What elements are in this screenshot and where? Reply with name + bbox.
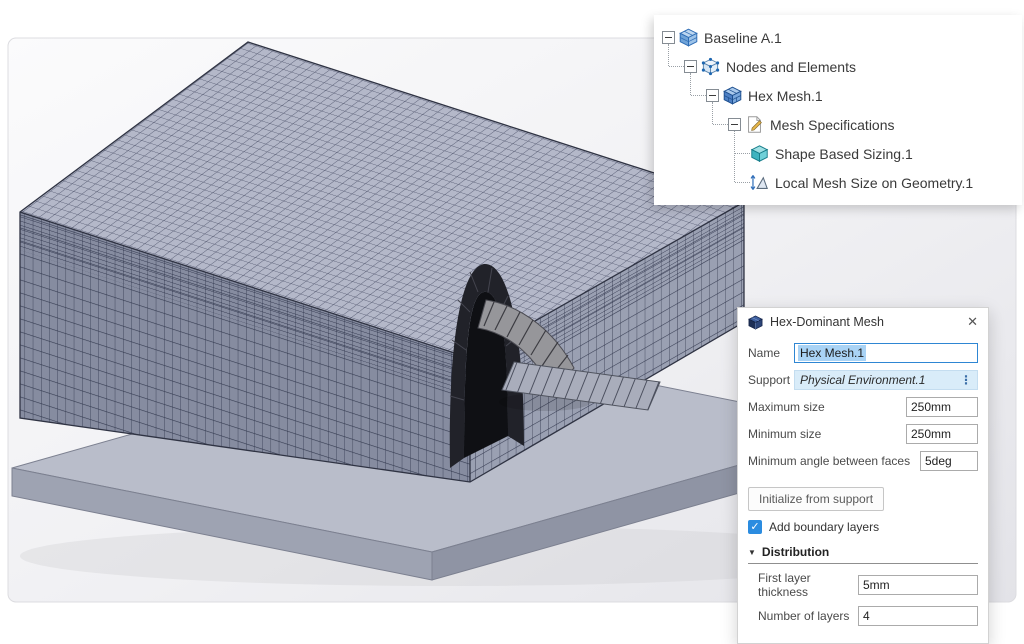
support-input[interactable]: Physical Environment.1 ⋮ (794, 370, 978, 390)
local-mesh-size-icon (750, 173, 769, 192)
close-icon[interactable]: ✕ (967, 314, 978, 330)
dialog-title: Hex-Dominant Mesh (770, 315, 884, 329)
number-of-layers-label: Number of layers (758, 609, 849, 623)
minimum-size-row: Minimum size (748, 424, 978, 444)
name-input[interactable]: Hex Mesh.1 (794, 343, 978, 363)
tree-item-baseline[interactable]: Baseline A.1 (654, 23, 1022, 52)
collapse-icon[interactable] (706, 89, 719, 102)
distribution-title: Distribution (762, 545, 829, 559)
add-boundary-layers-label: Add boundary layers (769, 520, 879, 534)
distribution-section-header[interactable]: ▼ Distribution (748, 545, 978, 564)
initialize-from-support-button[interactable]: Initialize from support (748, 487, 884, 511)
minimum-angle-label: Minimum angle between faces (748, 454, 910, 468)
maximum-size-row: Maximum size (748, 397, 978, 417)
first-layer-thickness-row: First layer thickness (748, 571, 978, 599)
tree-item-label[interactable]: Local Mesh Size on Geometry.1 (775, 175, 973, 191)
tree-item-label[interactable]: Baseline A.1 (704, 30, 782, 46)
tree-item-local-mesh-size[interactable]: Local Mesh Size on Geometry.1 (654, 168, 1022, 197)
tree-item-label[interactable]: Shape Based Sizing.1 (775, 146, 913, 162)
minimum-angle-row: Minimum angle between faces (748, 451, 978, 471)
support-label: Support (748, 373, 790, 387)
nodes-and-elements-icon (701, 57, 720, 76)
check-icon: ✓ (750, 521, 759, 533)
hex-mesh-icon (748, 315, 763, 330)
mesh-specifications-icon (745, 115, 764, 134)
maximum-size-input[interactable] (906, 397, 978, 417)
tree-item-mesh-specifications[interactable]: Mesh Specifications (654, 110, 1022, 139)
name-label: Name (748, 346, 780, 360)
name-row: Name Hex Mesh.1 (748, 343, 978, 363)
collapse-icon[interactable] (684, 60, 697, 73)
overflow-menu-icon[interactable]: ⋮ (960, 373, 972, 387)
minimum-size-label: Minimum size (748, 427, 821, 441)
collapse-icon[interactable] (728, 118, 741, 131)
minimum-angle-input[interactable] (920, 451, 978, 471)
number-of-layers-input[interactable] (858, 606, 978, 626)
tree-item-label[interactable]: Hex Mesh.1 (748, 88, 823, 104)
dialog-title-bar: Hex-Dominant Mesh ✕ (748, 308, 978, 336)
name-value: Hex Mesh.1 (798, 345, 866, 361)
tree-item-nodes-and-elements[interactable]: Nodes and Elements (654, 52, 1022, 81)
add-boundary-layers-row: ✓ Add boundary layers (748, 520, 978, 534)
hex-dominant-mesh-dialog: Hex-Dominant Mesh ✕ Name Hex Mesh.1 Supp… (737, 307, 989, 644)
baseline-icon (679, 28, 698, 47)
support-value: Physical Environment.1 (800, 373, 925, 387)
section-caret-icon: ▼ (748, 548, 756, 557)
number-of-layers-row: Number of layers (748, 606, 978, 626)
add-boundary-layers-checkbox[interactable]: ✓ (748, 520, 762, 534)
hex-mesh-icon (723, 86, 742, 105)
maximum-size-label: Maximum size (748, 400, 825, 414)
support-row: Support Physical Environment.1 ⋮ (748, 370, 978, 390)
tree-item-label[interactable]: Nodes and Elements (726, 59, 856, 75)
specification-tree-panel: Baseline A.1 Nodes and Elements Hex Mesh… (654, 15, 1022, 205)
minimum-size-input[interactable] (906, 424, 978, 444)
tree-item-label[interactable]: Mesh Specifications (770, 117, 895, 133)
first-layer-thickness-input[interactable] (858, 575, 978, 595)
tree-item-hex-mesh[interactable]: Hex Mesh.1 (654, 81, 1022, 110)
shape-based-sizing-icon (750, 144, 769, 163)
tree-item-shape-based-sizing[interactable]: Shape Based Sizing.1 (654, 139, 1022, 168)
collapse-icon[interactable] (662, 31, 675, 44)
first-layer-thickness-label: First layer thickness (758, 571, 858, 599)
